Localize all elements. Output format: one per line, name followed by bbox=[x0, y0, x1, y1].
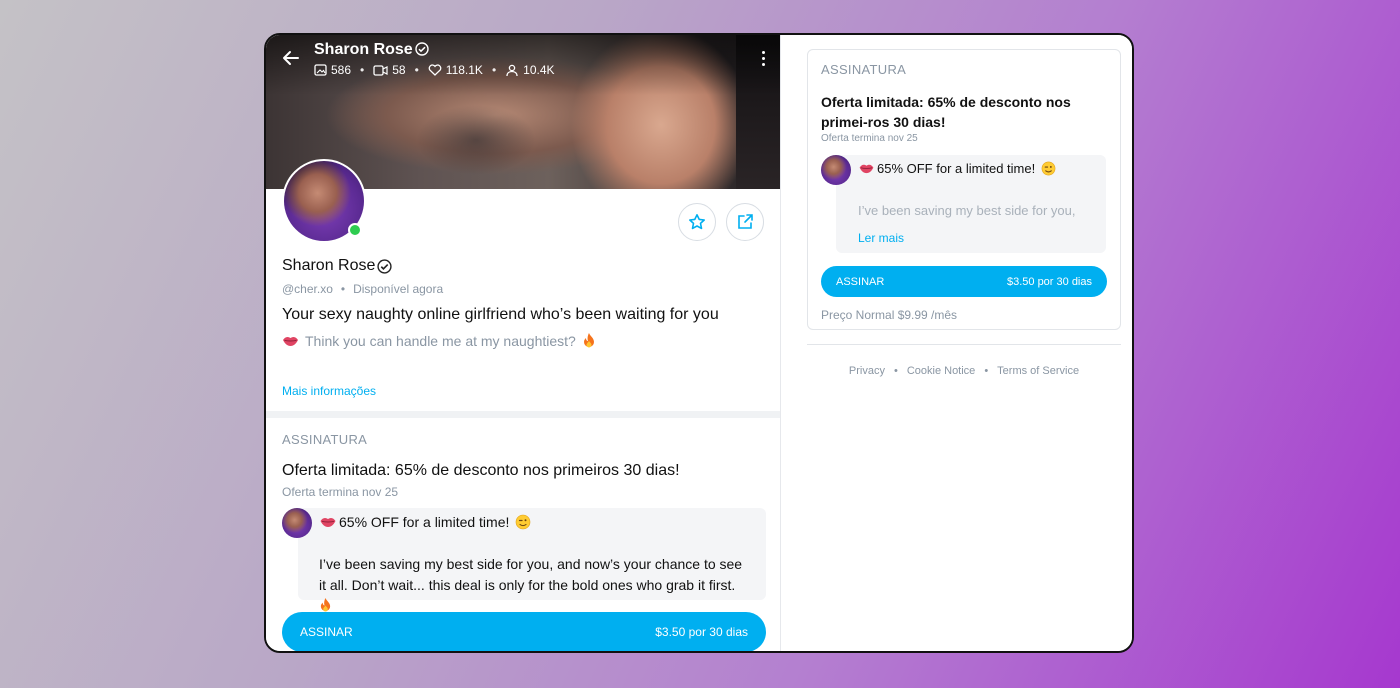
stat-videos-count: 58 bbox=[392, 63, 406, 77]
terms-link[interactable]: Terms of Service bbox=[997, 365, 1079, 377]
message-avatar bbox=[821, 155, 851, 185]
cookie-notice-link[interactable]: Cookie Notice bbox=[907, 365, 975, 377]
availability-status: Disponível agora bbox=[353, 282, 444, 296]
stat-photos-count: 586 bbox=[331, 63, 352, 77]
cover-title: Sharon Rose bbox=[314, 41, 429, 61]
promo-message-head-text: 65% OFF for a limited time! bbox=[877, 161, 1036, 176]
section-divider bbox=[266, 411, 780, 418]
offer-title: Oferta limitada: 65% de desconto nos pri… bbox=[282, 462, 680, 479]
handle: @cher.xo bbox=[282, 282, 333, 296]
fans-icon bbox=[506, 64, 518, 76]
subscribe-button-price: $3.50 por 30 dias bbox=[1006, 275, 1092, 288]
footer-links: Privacy • Cookie Notice • Terms of Servi… bbox=[848, 365, 1080, 377]
stat-fans: 10.4K bbox=[505, 63, 555, 77]
back-arrow-icon[interactable] bbox=[282, 49, 304, 71]
lips-icon bbox=[859, 164, 874, 174]
promo-message-head: 65% OFF for a limited time! bbox=[858, 161, 1056, 176]
stat-likes-count: 118.1K bbox=[445, 63, 483, 77]
offer-ends: Oferta termina nov 25 bbox=[282, 485, 399, 499]
subscribe-button-price: $3.50 por 30 dias bbox=[655, 625, 748, 639]
sidebar-column: ASSINATURA Oferta limitada: 65% de desco… bbox=[781, 35, 1132, 651]
favorite-button[interactable] bbox=[678, 203, 716, 241]
cover-stats: 586 • 58 • 118.1K • 10.4K bbox=[314, 63, 555, 77]
subscribe-button-label: ASSINAR bbox=[300, 625, 353, 639]
subscribe-button[interactable]: ASSINAR $3.50 por 30 dias bbox=[282, 612, 766, 651]
promo-message-body: I’ve been saving my best side for you, a… bbox=[319, 554, 749, 617]
share-button[interactable] bbox=[726, 203, 764, 241]
promo-message-head-text: 65% OFF for a limited time! bbox=[339, 514, 510, 530]
profile-column: Sharon Rose 586 • 58 • 118.1K • 10.4K Sh… bbox=[266, 35, 781, 651]
message-avatar bbox=[282, 508, 312, 538]
fire-icon bbox=[583, 333, 594, 348]
subscribe-button-label: ASSINAR bbox=[836, 275, 885, 288]
stat-fans-count: 10.4K bbox=[523, 63, 555, 77]
share-icon bbox=[738, 214, 753, 229]
online-indicator bbox=[348, 223, 362, 237]
profile-name-text: Sharon Rose bbox=[282, 257, 376, 274]
lips-icon bbox=[283, 336, 298, 346]
more-options-icon[interactable] bbox=[762, 51, 766, 69]
cover-name-text: Sharon Rose bbox=[314, 41, 413, 58]
video-icon bbox=[373, 64, 388, 76]
bio-subtitle: Think you can handle me at my naughtiest… bbox=[282, 332, 596, 349]
bio-title: Your sexy naughty online girlfriend who’… bbox=[282, 306, 719, 323]
regular-price: Preço Normal $9.99 /mês bbox=[821, 308, 958, 322]
more-info-link[interactable]: Mais informações bbox=[282, 384, 376, 398]
stat-photos: 586 bbox=[314, 63, 351, 77]
subscription-label: ASSINATURA bbox=[282, 432, 368, 447]
stat-likes: 118.1K bbox=[428, 63, 483, 77]
lips-icon bbox=[320, 517, 336, 527]
privacy-link[interactable]: Privacy bbox=[849, 365, 885, 377]
wink-emoji-icon bbox=[1041, 161, 1056, 176]
avatar[interactable] bbox=[282, 159, 366, 243]
handle-line: @cher.xo • Disponível agora bbox=[282, 282, 444, 296]
subscribe-button[interactable]: ASSINAR $3.50 por 30 dias bbox=[821, 266, 1107, 297]
cover-detail bbox=[416, 105, 536, 175]
fire-icon bbox=[320, 598, 331, 612]
read-more-link[interactable]: Ler mais bbox=[858, 231, 904, 245]
offer-title: Oferta limitada: 65% de desconto nos pri… bbox=[821, 94, 1071, 130]
star-icon bbox=[689, 214, 705, 230]
offer-ends: Oferta termina nov 25 bbox=[821, 133, 918, 144]
profile-name: Sharon Rose bbox=[282, 257, 393, 275]
verified-icon bbox=[414, 42, 429, 61]
image-icon bbox=[314, 64, 327, 76]
promo-message-body-text: I’ve been saving my best side for you, a… bbox=[319, 556, 743, 593]
stat-videos: 58 bbox=[373, 63, 406, 77]
promo-message-preview: I’ve been saving my best side for you, bbox=[858, 203, 1076, 218]
app-window: Sharon Rose 586 • 58 • 118.1K • 10.4K Sh… bbox=[264, 33, 1134, 653]
verified-icon bbox=[377, 258, 393, 274]
promo-message-head: 65% OFF for a limited time! bbox=[319, 514, 531, 530]
footer-divider bbox=[807, 344, 1121, 345]
bio-subtitle-text: Think you can handle me at my naughtiest… bbox=[305, 332, 576, 349]
subscription-card: ASSINATURA Oferta limitada: 65% de desco… bbox=[807, 49, 1121, 330]
subscription-label: ASSINATURA bbox=[821, 62, 907, 77]
wink-emoji-icon bbox=[516, 514, 531, 530]
heart-icon bbox=[428, 64, 442, 76]
